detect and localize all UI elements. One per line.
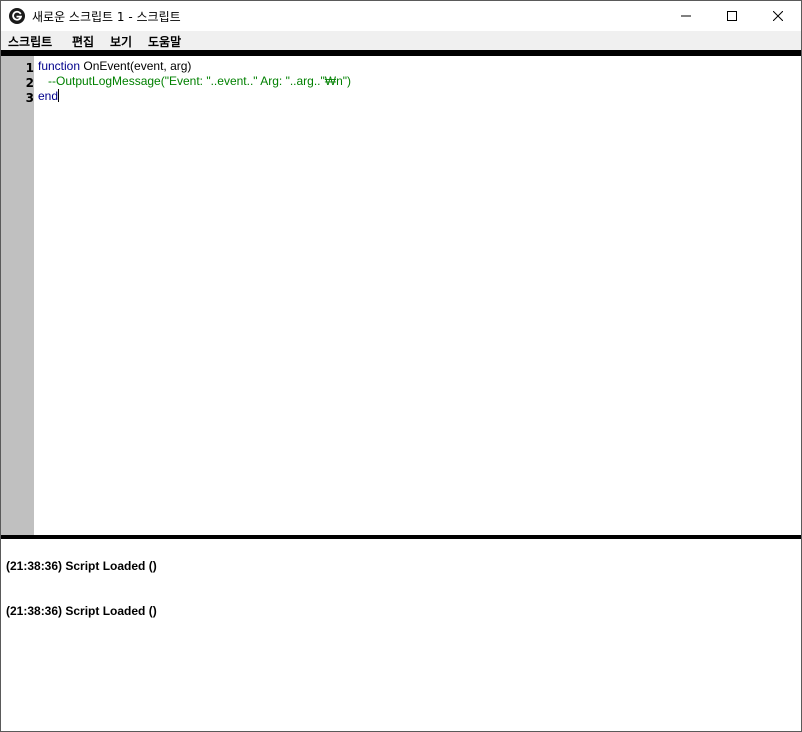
- code-line-2[interactable]: --OutputLogMessage("Event: "..event.." A…: [38, 74, 351, 89]
- menu-view[interactable]: 보기: [110, 33, 132, 50]
- text-caret: [58, 89, 60, 102]
- title-bar[interactable]: 새로운 스크립트 1 - 스크립트: [1, 1, 801, 31]
- code-line-3[interactable]: end: [38, 89, 60, 104]
- menu-help[interactable]: 도움말: [148, 33, 181, 50]
- code-editor[interactable]: 1 2 3 function OnEvent(event, arg) --Out…: [1, 56, 801, 535]
- log-entry: (21:38:36) Script Loaded (): [6, 559, 157, 573]
- close-icon: [773, 11, 783, 21]
- line-number-gutter: 1 2 3: [1, 56, 34, 535]
- menu-bar: 스크립트 편집 보기 도움말: [1, 31, 801, 50]
- window-title: 새로운 스크립트 1 - 스크립트: [32, 10, 181, 24]
- line-number: 2: [25, 76, 34, 90]
- log-entry: (21:38:36) Script Loaded (): [6, 604, 157, 618]
- minimize-button[interactable]: [663, 1, 709, 31]
- line-number: 3: [25, 91, 34, 105]
- logitech-g-icon: [9, 8, 25, 24]
- code-keyword: end: [38, 89, 59, 103]
- maximize-button[interactable]: [709, 1, 755, 31]
- script-editor-window: 새로운 스크립트 1 - 스크립트 스크립트 편집 보기 도움말 1 2 3 f…: [0, 0, 802, 732]
- maximize-icon: [727, 11, 737, 21]
- code-line-1[interactable]: function OnEvent(event, arg): [38, 59, 191, 74]
- menu-script[interactable]: 스크립트: [8, 33, 52, 50]
- output-log[interactable]: (21:38:36) Script Loaded () (21:38:36) S…: [1, 539, 801, 731]
- code-comment: --OutputLogMessage("Event: "..event.." A…: [38, 74, 352, 88]
- code-keyword: function: [38, 59, 81, 73]
- menu-edit[interactable]: 편집: [72, 33, 94, 50]
- line-number: 1: [25, 61, 34, 75]
- minimize-icon: [681, 15, 691, 17]
- code-text: OnEvent(event, arg): [80, 59, 192, 73]
- close-button[interactable]: [755, 1, 801, 31]
